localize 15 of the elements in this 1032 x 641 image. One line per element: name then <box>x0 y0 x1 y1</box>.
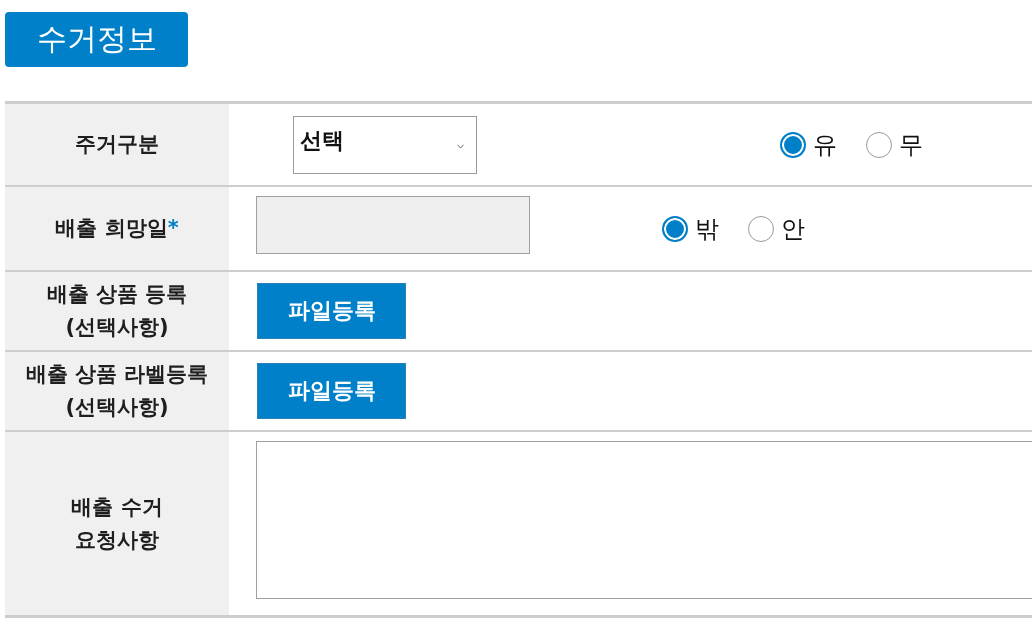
radio-option[interactable]: 무 <box>866 128 923 161</box>
select-dropdown[interactable]: 선택 <box>293 115 477 174</box>
file-upload-button[interactable]: 파일등록 <box>257 283 406 339</box>
section-title-badge: 수거정보 <box>5 12 188 67</box>
radio-option[interactable]: 유 <box>780 128 837 161</box>
date-input-field[interactable] <box>256 195 530 254</box>
field-label: 배출 상품 라벨등록 (선택사항) <box>25 361 209 421</box>
field-label: 배출 희망일* <box>55 215 179 243</box>
radio-option[interactable]: 밖 <box>662 212 719 245</box>
field-label: 주거구분 <box>75 131 159 159</box>
field-label: 배출 수거 요청사항 <box>71 493 163 554</box>
field-label: 배출 상품 등록 (선택사항) <box>46 281 188 341</box>
chevron-down-icon <box>457 144 464 149</box>
file-upload-button[interactable]: 파일등록 <box>257 363 406 419</box>
radio-option[interactable]: 안 <box>748 212 805 245</box>
